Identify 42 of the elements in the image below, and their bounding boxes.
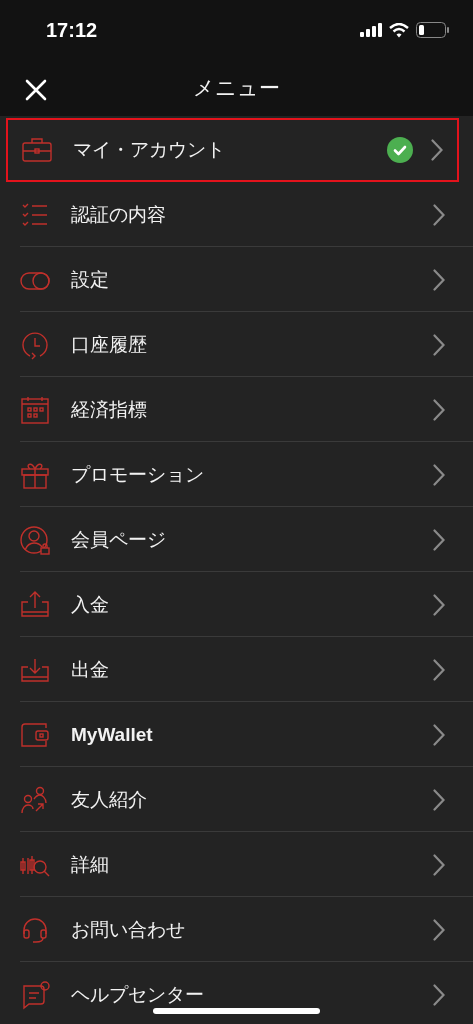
close-icon[interactable]	[25, 79, 47, 101]
menu-label: 会員ページ	[71, 526, 167, 552]
chevron-right-icon	[433, 983, 445, 1006]
chevron-right-icon	[433, 658, 445, 681]
menu-label: 認証の内容	[71, 201, 167, 227]
menu-item[interactable]: マイ・アカウント	[6, 118, 459, 182]
menu-title: メニュー	[193, 75, 280, 102]
menu-label: お問い合わせ	[71, 916, 186, 942]
menu-label: 設定	[71, 266, 110, 292]
chevron-right-icon	[433, 398, 445, 421]
chevron-right-icon	[433, 918, 445, 941]
wifi-icon	[389, 22, 409, 38]
briefcase-icon	[22, 135, 52, 165]
battery-icon	[416, 22, 449, 38]
status-time: 17:12	[46, 18, 98, 42]
calendar-icon	[20, 394, 50, 425]
menu-label: 経済指標	[71, 396, 148, 422]
menu-label: プロモーション	[71, 461, 205, 487]
chevron-right-icon	[433, 528, 445, 551]
menu-label: 詳細	[71, 851, 110, 877]
menu-label: 出金	[71, 656, 110, 682]
signal-icon	[360, 23, 382, 37]
people-icon	[20, 784, 50, 815]
chevron-right-icon	[433, 203, 445, 226]
chevron-right-icon	[433, 333, 445, 356]
menu-label: MyWallet	[71, 723, 154, 746]
user-lock-icon	[20, 524, 50, 555]
chevron-right-icon	[433, 593, 445, 616]
chevron-right-icon	[433, 788, 445, 811]
chevron-right-icon	[433, 463, 445, 486]
chat-help-icon	[20, 979, 50, 1010]
menu-label: 友人紹介	[71, 786, 148, 812]
chevron-right-icon	[433, 723, 445, 746]
chevron-right-icon	[433, 268, 445, 291]
menu-label: 口座履歴	[71, 331, 148, 357]
menu-label: 入金	[71, 591, 110, 617]
chevron-right-icon	[431, 139, 443, 161]
menu-label: マイ・アカウント	[73, 137, 226, 162]
menu-label: ヘルプセンター	[71, 981, 205, 1007]
clock-icon	[20, 329, 50, 360]
chevron-right-icon	[433, 853, 445, 876]
upload-icon	[20, 589, 50, 620]
